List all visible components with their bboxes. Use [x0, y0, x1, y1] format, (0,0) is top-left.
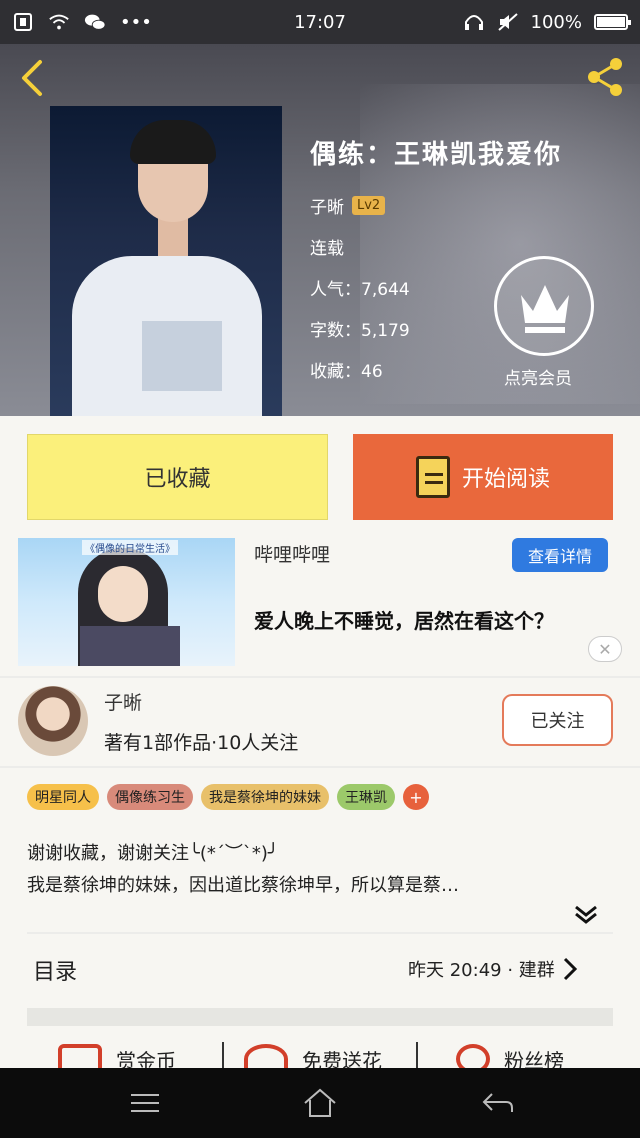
author-name[interactable]: 子晰	[104, 688, 142, 715]
ad-image-caption: 《偶像的日常生活》	[82, 540, 178, 555]
fan-ranking-label: 粉丝榜	[504, 1048, 564, 1069]
latest-update-text: 昨天 20:49 · 建群	[408, 960, 555, 981]
fan-ranking-button[interactable]: 粉丝榜	[456, 1044, 564, 1068]
system-nav-bar	[0, 1068, 640, 1138]
chevron-right-icon	[563, 957, 577, 981]
ad-close-button[interactable]: ✕	[588, 636, 622, 662]
mute-icon	[497, 13, 518, 31]
start-reading-button[interactable]: 开始阅读	[353, 434, 613, 520]
ad-source: 哔哩哔哩	[254, 544, 331, 566]
vip-crown-button[interactable]	[494, 256, 594, 356]
book-description: 谢谢收藏，谢谢关注╰(*´︶`*)╯ 我是蔡徐坤的妹妹，因出道比蔡徐坤早，所以算…	[27, 838, 613, 902]
send-flowers-button[interactable]: 免费送花	[244, 1044, 382, 1068]
book-header: 偶练：王琳凯我爱你 子晰 Lv2 连载 人气：7,644 字数：5,179 收藏…	[0, 44, 640, 416]
reward-coins-label: 赏金币	[116, 1048, 176, 1069]
battery-icon	[594, 14, 631, 30]
start-reading-label: 开始阅读	[461, 467, 550, 492]
favorited-button[interactable]: 已收藏	[27, 434, 328, 520]
author-meta: 著有1部作品·10人关注	[104, 732, 299, 754]
headset-icon	[464, 15, 483, 30]
back-arrow-icon[interactable]	[14, 58, 54, 98]
tag[interactable]: 王琳凯	[337, 784, 395, 810]
flower-icon	[244, 1044, 288, 1068]
level-badge: Lv2	[352, 196, 386, 215]
book-cover-image	[50, 106, 282, 416]
home-icon[interactable]	[300, 1086, 340, 1120]
table-of-contents-label[interactable]: 目录	[33, 954, 77, 986]
book-status: 连载	[310, 239, 344, 259]
ad-image[interactable]: 《偶像的日常生活》	[18, 538, 235, 666]
menu-icon[interactable]	[125, 1086, 165, 1120]
tag[interactable]: 我是蔡徐坤的妹妹	[201, 784, 329, 810]
wechat-icon	[84, 14, 106, 30]
separator	[222, 1042, 224, 1068]
followed-button[interactable]: 已关注	[502, 694, 613, 746]
battery-fill	[597, 17, 625, 27]
avatar[interactable]	[18, 686, 88, 756]
more-dots-icon: •••	[120, 11, 152, 33]
reward-coins-button[interactable]: 赏金币	[58, 1044, 176, 1068]
description-line: 谢谢收藏，谢谢关注╰(*´︶`*)╯	[27, 843, 279, 864]
vip-label[interactable]: 点亮会员	[504, 364, 572, 389]
status-bar: ••• 17:07 100%	[0, 0, 640, 44]
latest-update[interactable]: 昨天 20:49 · 建群	[408, 956, 579, 982]
ad-text[interactable]: 爱人晚上不睡觉，居然在看这个？	[254, 605, 554, 634]
separator	[416, 1042, 418, 1068]
notification-icon	[14, 13, 32, 31]
book-author[interactable]: 子晰	[310, 193, 344, 218]
action-row: 赏金币 免费送花 粉丝榜	[0, 1040, 640, 1068]
tag[interactable]: 偶像练习生	[107, 784, 193, 810]
divider	[0, 676, 640, 678]
send-flowers-label: 免费送花	[302, 1048, 382, 1069]
tag[interactable]: 明星同人	[27, 784, 99, 810]
back-icon[interactable]	[478, 1086, 518, 1120]
wifi-icon	[49, 14, 69, 30]
tag-list: 明星同人 偶像练习生 我是蔡徐坤的妹妹 王琳凯 +	[27, 784, 429, 810]
add-tag-button[interactable]: +	[403, 784, 429, 810]
divider	[27, 932, 613, 934]
envelope-icon	[58, 1044, 102, 1068]
section-divider	[27, 1008, 613, 1026]
battery-percent: 100%	[530, 11, 582, 33]
view-details-button[interactable]: 查看详情	[512, 538, 608, 572]
crown-icon	[521, 285, 569, 333]
divider	[0, 766, 640, 768]
description-line: 我是蔡徐坤的妹妹，因出道比蔡徐坤早，所以算是蔡…	[27, 875, 459, 896]
ranking-icon	[456, 1044, 490, 1068]
book-title: 偶练：王琳凯我爱你	[310, 140, 563, 170]
chevron-down-icon[interactable]	[574, 904, 598, 924]
share-icon[interactable]	[582, 54, 628, 100]
book-icon	[415, 456, 450, 498]
